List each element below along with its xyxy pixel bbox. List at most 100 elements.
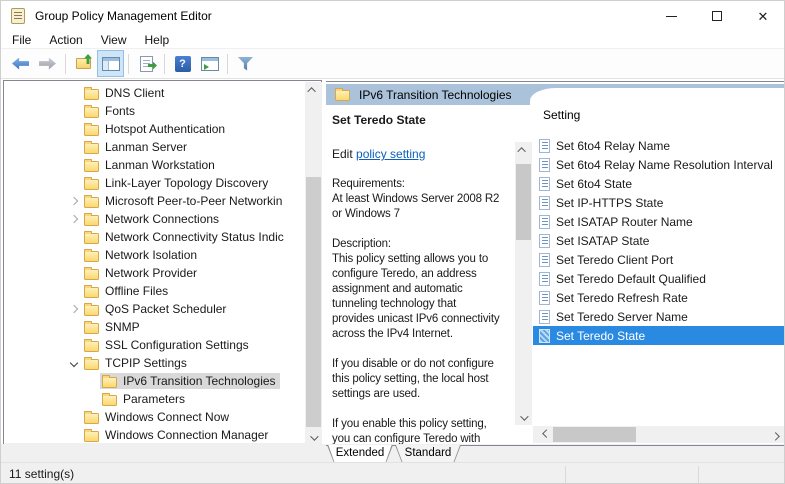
tree-item-body[interactable]: DNS Client bbox=[82, 85, 168, 101]
tree-item[interactable]: Lanman Workstation bbox=[4, 156, 304, 174]
tree-item-body[interactable]: Windows Connect Now bbox=[82, 409, 233, 425]
scroll-up-icon[interactable] bbox=[305, 82, 320, 97]
tree-item-body[interactable]: Offline Files bbox=[82, 283, 172, 299]
setting-row[interactable]: Set 6to4 State bbox=[533, 174, 784, 193]
list-horizontal-scrollbar[interactable] bbox=[533, 426, 784, 443]
setting-row[interactable]: Set Teredo Client Port bbox=[533, 250, 784, 269]
tree-item-label: IPv6 Transition Technologies bbox=[123, 374, 276, 388]
menu-item-view[interactable]: View bbox=[92, 33, 136, 47]
tree-item-body[interactable]: Microsoft Peer-to-Peer Networkin bbox=[82, 193, 286, 209]
tree-item-body[interactable]: Parameters bbox=[100, 391, 189, 407]
close-button[interactable]: ✕ bbox=[740, 1, 784, 31]
setting-row[interactable]: Set Teredo Default Qualified bbox=[533, 269, 784, 288]
menu-item-action[interactable]: Action bbox=[40, 33, 91, 47]
tree-item-body[interactable]: Network Connectivity Status Indic bbox=[82, 229, 288, 245]
tree-item-body[interactable]: Lanman Server bbox=[82, 139, 191, 155]
tree-item[interactable]: TCPIP Settings bbox=[4, 354, 304, 372]
setting-label: Set ISATAP Router Name bbox=[556, 214, 693, 229]
tree-item[interactable]: Lanman Server bbox=[4, 138, 304, 156]
menu-item-help[interactable]: Help bbox=[136, 33, 179, 47]
tree-item[interactable]: Windows Connect Now bbox=[4, 408, 304, 426]
tree-item-body[interactable]: IPv6 Transition Technologies bbox=[100, 373, 280, 389]
description-paragraph: Requirements: At least Windows Server 200… bbox=[332, 177, 516, 222]
policy-setting-icon bbox=[539, 138, 550, 153]
list-hscroll-thumb[interactable] bbox=[553, 427, 636, 442]
tree-item[interactable]: Network Connections bbox=[4, 210, 304, 228]
policy-setting-icon bbox=[539, 176, 550, 191]
tree-item-label: SNMP bbox=[105, 320, 140, 334]
chevron-collapsed-icon[interactable] bbox=[66, 306, 82, 312]
folder-icon bbox=[84, 320, 99, 334]
tree-item[interactable]: DNS Client bbox=[4, 84, 304, 102]
title-bar: Group Policy Management Editor ✕ bbox=[1, 1, 784, 31]
tree-item-body[interactable]: TCPIP Settings bbox=[82, 355, 191, 371]
policy-setting-link[interactable]: policy setting bbox=[356, 147, 425, 161]
tree-item[interactable]: QoS Packet Scheduler bbox=[4, 300, 304, 318]
tree-item-label: Network Isolation bbox=[105, 248, 198, 262]
tree-item-body[interactable]: SSL Configuration Settings bbox=[82, 337, 253, 353]
forward-button[interactable] bbox=[35, 51, 60, 76]
tab-standard[interactable]: Standard bbox=[395, 445, 461, 463]
tree-item[interactable]: Offline Files bbox=[4, 282, 304, 300]
setting-row[interactable]: Set ISATAP Router Name bbox=[533, 212, 784, 231]
tree-vscroll-thumb[interactable] bbox=[306, 177, 321, 427]
menu-item-file[interactable]: File bbox=[3, 33, 40, 47]
show-console-tree-button[interactable] bbox=[97, 50, 124, 77]
toolbar-separator bbox=[65, 53, 66, 74]
help-button[interactable]: ? bbox=[170, 51, 195, 76]
view-tabs: Extended Standard bbox=[327, 445, 463, 463]
up-one-level-button[interactable] bbox=[71, 51, 96, 76]
detail-vscroll-thumb[interactable] bbox=[516, 164, 531, 240]
tree-item-body[interactable]: QoS Packet Scheduler bbox=[82, 301, 230, 317]
chevron-collapsed-icon[interactable] bbox=[66, 216, 82, 222]
tree-item[interactable]: IPv6 Transition Technologies bbox=[4, 372, 304, 390]
maximize-button[interactable] bbox=[694, 1, 740, 31]
minimize-icon bbox=[665, 15, 677, 17]
description-line: configure Teredo, an address bbox=[332, 268, 477, 280]
detail-vertical-scrollbar[interactable] bbox=[515, 142, 532, 425]
tree-item-body[interactable]: Network Isolation bbox=[82, 247, 201, 263]
setting-row[interactable]: Set Teredo Server Name bbox=[533, 307, 784, 326]
scroll-down-icon[interactable] bbox=[515, 410, 530, 425]
scroll-up-icon[interactable] bbox=[515, 142, 530, 157]
export-list-button[interactable] bbox=[134, 51, 159, 76]
tree-item-body[interactable]: Link-Layer Topology Discovery bbox=[82, 175, 272, 191]
setting-row[interactable]: Set 6to4 Relay Name Resolution Interval bbox=[533, 155, 784, 174]
tree-item-body[interactable]: Network Provider bbox=[82, 265, 201, 281]
filter-button[interactable] bbox=[233, 51, 258, 76]
setting-row[interactable]: Set Teredo Refresh Rate bbox=[533, 288, 784, 307]
scroll-right-icon[interactable] bbox=[769, 427, 784, 442]
tree-item[interactable]: Microsoft Peer-to-Peer Networkin bbox=[4, 192, 304, 210]
tree-item-body[interactable]: SNMP bbox=[82, 319, 144, 335]
description-line: this policy setting, the local host bbox=[332, 373, 489, 385]
tree-item[interactable]: Parameters bbox=[4, 390, 304, 408]
tree-item-body[interactable]: Windows Connection Manager bbox=[82, 427, 272, 443]
tree-item[interactable]: Network Isolation bbox=[4, 246, 304, 264]
menu-bar: File Action View Help bbox=[1, 31, 784, 48]
tree-item[interactable]: Network Connectivity Status Indic bbox=[4, 228, 304, 246]
tree-item-body[interactable]: Fonts bbox=[82, 103, 139, 119]
tree-item[interactable]: SSL Configuration Settings bbox=[4, 336, 304, 354]
setting-row[interactable]: Set 6to4 Relay Name bbox=[533, 136, 784, 155]
tree-vertical-scrollbar[interactable] bbox=[305, 82, 322, 445]
tree-item[interactable]: Fonts bbox=[4, 102, 304, 120]
scroll-left-icon[interactable] bbox=[537, 427, 552, 442]
setting-row[interactable]: Set IP-HTTPS State bbox=[533, 193, 784, 212]
tree-item-body[interactable]: Hotspot Authentication bbox=[82, 121, 229, 137]
tree-item[interactable]: Link-Layer Topology Discovery bbox=[4, 174, 304, 192]
minimize-button[interactable] bbox=[648, 1, 694, 31]
setting-row[interactable]: Set ISATAP State bbox=[533, 231, 784, 250]
setting-row[interactable]: Set Teredo State bbox=[533, 326, 784, 345]
tree-item-body[interactable]: Lanman Workstation bbox=[82, 157, 219, 173]
show-actions-pane-button[interactable] bbox=[197, 51, 222, 76]
back-button[interactable] bbox=[8, 51, 33, 76]
tree-item[interactable]: Network Provider bbox=[4, 264, 304, 282]
tree-item-body[interactable]: Network Connections bbox=[82, 211, 223, 227]
tree-item[interactable]: Hotspot Authentication bbox=[4, 120, 304, 138]
chevron-expanded-icon[interactable] bbox=[66, 360, 82, 366]
tree-item[interactable]: SNMP bbox=[4, 318, 304, 336]
tab-extended[interactable]: Extended bbox=[327, 445, 393, 463]
chevron-collapsed-icon[interactable] bbox=[66, 198, 82, 204]
tree-item[interactable]: Windows Connection Manager bbox=[4, 426, 304, 444]
setting-column-header[interactable]: Setting bbox=[543, 108, 580, 122]
